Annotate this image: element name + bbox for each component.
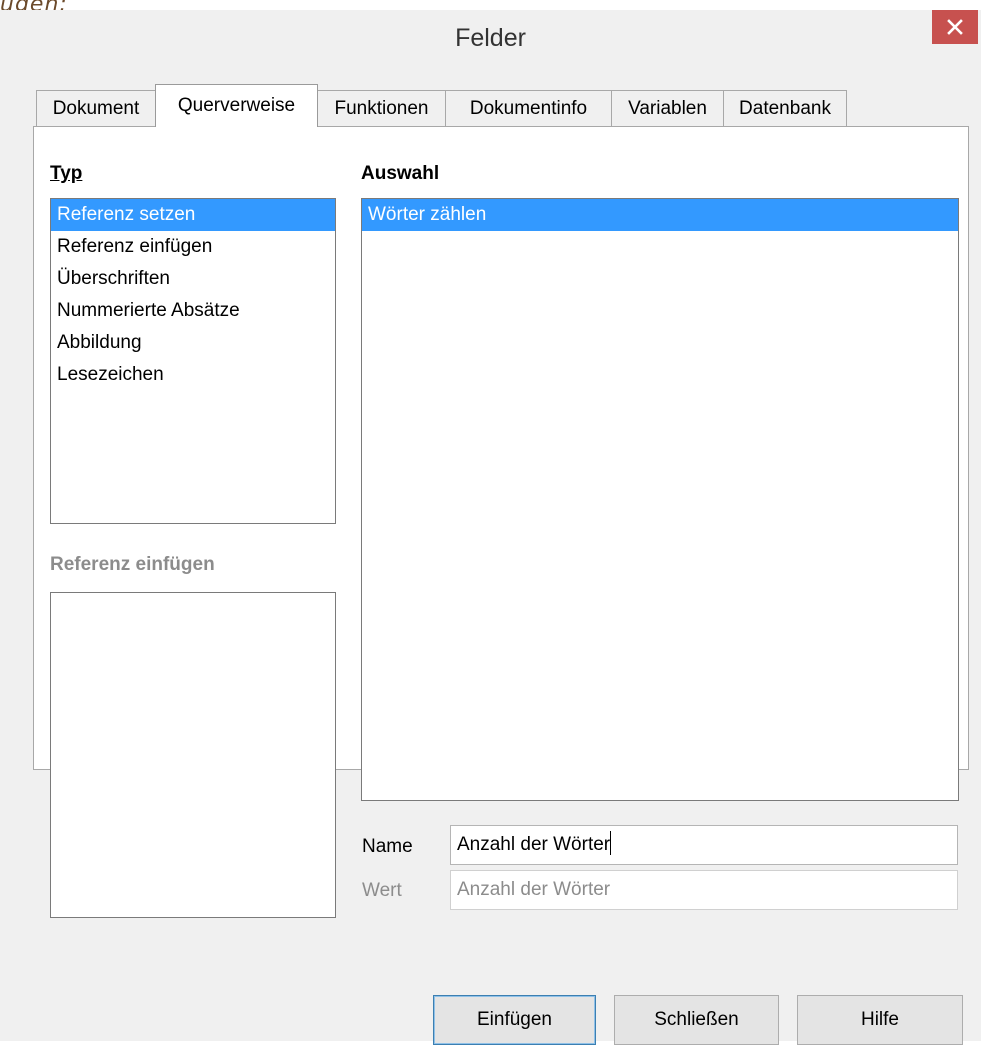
close-dialog-button[interactable]: Schließen	[614, 995, 779, 1045]
name-input-value: Anzahl der Wörter	[457, 834, 611, 855]
insert-button[interactable]: Einfügen	[433, 995, 596, 1045]
insert-button-label: Einfügen	[476, 1009, 552, 1030]
type-label-text: Typ	[50, 163, 83, 184]
close-button[interactable]	[932, 10, 978, 44]
close-button-label: Schließen	[654, 1009, 739, 1030]
selection-label: Auswahl	[361, 163, 440, 184]
insert-reference-listbox[interactable]	[50, 592, 336, 918]
selection-item-woerter-zaehlen[interactable]: Wörter zählen	[362, 199, 958, 231]
tab-dokument[interactable]: Dokument	[36, 90, 156, 126]
name-input[interactable]: Anzahl der Wörter	[450, 825, 958, 865]
tab-label: Querverweise	[177, 95, 296, 116]
querverweise-panel: Typ Referenz setzen Referenz einfügen Üb…	[33, 126, 969, 918]
type-item-ueberschriften[interactable]: Überschriften	[51, 263, 335, 295]
type-label: Typ	[50, 163, 82, 185]
type-item-abbildung[interactable]: Abbildung	[51, 327, 335, 359]
help-button[interactable]: Hilfe	[797, 995, 963, 1045]
tab-dokumentinfo[interactable]: Dokumentinfo	[445, 90, 612, 126]
type-item-referenz-setzen[interactable]: Referenz setzen	[51, 199, 335, 231]
type-listbox[interactable]: Referenz setzen Referenz einfügen Übersc…	[50, 198, 336, 524]
tab-label: Dokumentinfo	[469, 97, 588, 119]
insert-reference-label: Referenz einfügen	[50, 554, 215, 575]
text-caret	[610, 831, 612, 855]
tab-label: Dokument	[52, 97, 140, 119]
tab-variablen[interactable]: Variablen	[611, 90, 724, 126]
value-label: Wert	[362, 880, 402, 901]
tab-querverweise[interactable]: Querverweise	[155, 84, 318, 127]
title-bar[interactable]: Felder	[0, 10, 981, 70]
selection-listbox[interactable]: Wörter zählen	[361, 198, 959, 801]
tab-label: Datenbank	[739, 97, 831, 119]
tab-label: Funktionen	[334, 97, 429, 119]
close-icon	[947, 19, 963, 35]
tab-datenbank[interactable]: Datenbank	[723, 90, 847, 126]
tab-label: Variablen	[628, 97, 707, 119]
tab-funktionen[interactable]: Funktionen	[317, 90, 446, 126]
value-input[interactable]: Anzahl der Wörter	[450, 870, 958, 910]
type-item-nummerierte-absaetze[interactable]: Nummerierte Absätze	[51, 295, 335, 327]
name-label: Name	[362, 836, 413, 857]
type-item-referenz-einfuegen[interactable]: Referenz einfügen	[51, 231, 335, 263]
help-button-label: Hilfe	[860, 1009, 899, 1030]
dialog-title: Felder	[455, 24, 526, 52]
type-item-lesezeichen[interactable]: Lesezeichen	[51, 359, 335, 391]
fields-dialog: Felder Dokument Querverweise Funktionen …	[0, 10, 981, 1045]
